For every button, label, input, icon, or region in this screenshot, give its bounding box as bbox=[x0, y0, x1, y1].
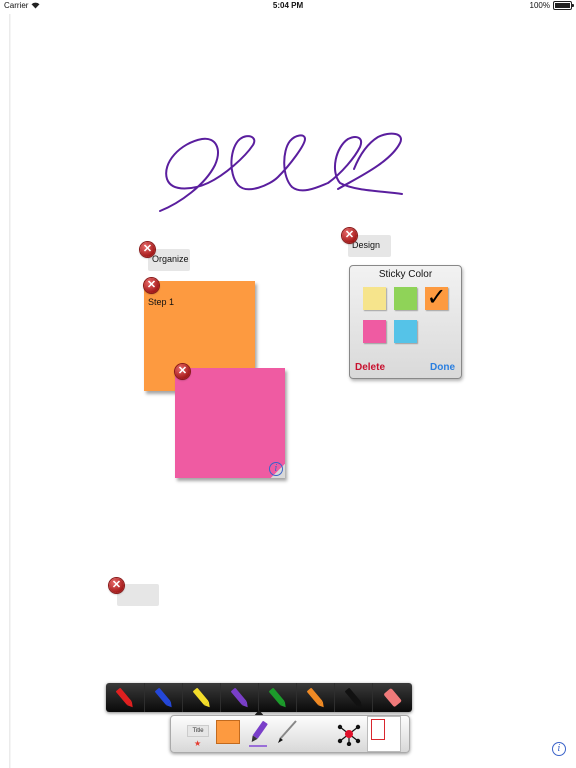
delete-tag-design-button[interactable]: ✕ bbox=[342, 228, 357, 243]
color-swatch-pink[interactable] bbox=[363, 320, 386, 343]
sticky-note-tool[interactable] bbox=[216, 720, 240, 744]
status-time: 5:04 PM bbox=[272, 1, 304, 10]
eraser-icon bbox=[384, 688, 402, 707]
delete-button[interactable]: Delete bbox=[355, 362, 385, 373]
sticky-color-popup: Sticky Color ✓ Delete Done bbox=[349, 265, 462, 379]
tag-organize-label: Organize bbox=[152, 254, 189, 264]
battery-level bbox=[555, 3, 570, 8]
lasso-tool[interactable] bbox=[337, 722, 361, 751]
color-swatch-orange[interactable]: ✓ bbox=[425, 283, 448, 311]
battery-percent: 100% bbox=[529, 1, 550, 10]
delete-tag-organize-button[interactable]: ✕ bbox=[140, 242, 155, 257]
delete-sticky-orange-button[interactable]: ✕ bbox=[144, 278, 159, 293]
info-icon: i bbox=[552, 742, 566, 756]
marker-icon bbox=[231, 688, 248, 708]
pen-tool[interactable] bbox=[275, 719, 299, 750]
sticky-note-label: Step 1 bbox=[148, 297, 175, 307]
marker-icon bbox=[345, 688, 362, 708]
eraser[interactable] bbox=[372, 683, 413, 712]
marker-icon bbox=[193, 688, 210, 708]
status-right: 100% bbox=[529, 1, 574, 10]
pen-icon bbox=[278, 720, 297, 743]
close-icon: ✕ bbox=[344, 229, 355, 241]
close-icon: ✕ bbox=[142, 243, 153, 255]
delete-sticky-pink-button[interactable]: ✕ bbox=[175, 364, 190, 379]
pen-purple[interactable] bbox=[220, 683, 259, 712]
pen-green[interactable] bbox=[258, 683, 297, 712]
marker-icon bbox=[307, 688, 324, 708]
checkmark-icon: ✓ bbox=[426, 283, 447, 311]
close-icon: ✕ bbox=[111, 579, 122, 591]
marker-icon bbox=[269, 688, 286, 708]
handwriting-stroke[interactable] bbox=[150, 125, 410, 220]
marker-icon bbox=[249, 721, 268, 747]
sticky-note-pink[interactable]: i bbox=[175, 368, 285, 478]
sticky-info-icon[interactable]: i bbox=[269, 462, 283, 476]
status-bar: Carrier 5:04 PM 100% bbox=[0, 0, 576, 12]
pen-orange[interactable] bbox=[296, 683, 335, 712]
close-icon: ✕ bbox=[146, 279, 157, 291]
pen-red[interactable] bbox=[106, 683, 144, 712]
color-swatch-green[interactable] bbox=[394, 287, 417, 310]
color-swatch-yellow[interactable] bbox=[363, 287, 386, 310]
pen-yellow[interactable] bbox=[182, 683, 221, 712]
popup-title: Sticky Color bbox=[378, 269, 433, 280]
page-thumbnail-button[interactable] bbox=[367, 716, 401, 752]
tag-design-label: Design bbox=[352, 240, 381, 250]
color-swatch-blue[interactable] bbox=[394, 320, 417, 343]
info-button[interactable]: i bbox=[552, 742, 566, 756]
pen-blue[interactable] bbox=[144, 683, 183, 712]
marker-icon bbox=[116, 688, 133, 708]
selection-handles-icon bbox=[337, 724, 361, 747]
marker-icon bbox=[155, 688, 172, 708]
marker-tool[interactable] bbox=[247, 718, 269, 753]
battery-icon bbox=[553, 1, 574, 10]
pen-palette bbox=[106, 683, 412, 712]
delete-tag-empty-button[interactable]: ✕ bbox=[109, 578, 124, 593]
star-icon: ★ bbox=[194, 739, 202, 748]
page-thumbnail-icon bbox=[371, 719, 385, 740]
pen-black[interactable] bbox=[334, 683, 373, 712]
title-button[interactable]: Title bbox=[187, 725, 209, 737]
notebook-page-edge bbox=[9, 14, 11, 768]
close-icon: ✕ bbox=[177, 365, 188, 377]
done-button[interactable]: Done bbox=[430, 362, 455, 373]
bottom-toolbar: Title ★ bbox=[170, 715, 410, 753]
